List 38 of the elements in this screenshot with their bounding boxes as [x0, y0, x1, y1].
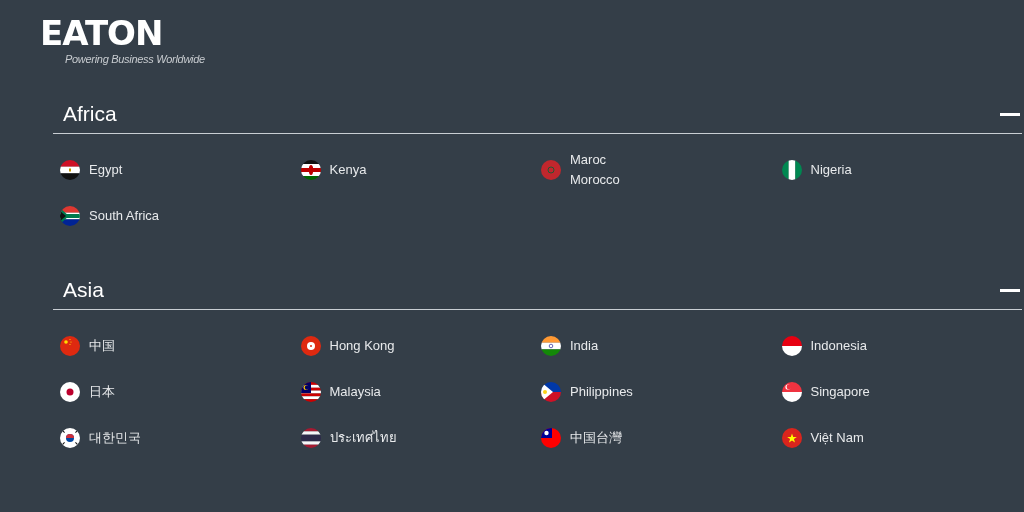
region-heading: Asia	[62, 276, 104, 303]
flag-icon	[781, 160, 802, 180]
flag-icon	[781, 428, 802, 448]
flag-icon	[300, 160, 321, 180]
country-link[interactable]: Maroc Morocco	[541, 152, 782, 188]
country-link[interactable]: Egypt	[60, 152, 301, 188]
country-link[interactable]: 中国	[60, 328, 301, 364]
country-link[interactable]: Kenya	[300, 152, 541, 188]
logo-wordmark[interactable]: EATON	[40, 14, 163, 52]
flag-icon	[541, 336, 561, 356]
country-link[interactable]: Hong Kong	[300, 328, 541, 364]
flag-icon	[541, 160, 561, 180]
country-link[interactable]: India	[541, 328, 782, 364]
flag-icon	[541, 428, 561, 448]
country-link[interactable]: Malaysia	[300, 374, 541, 410]
flag-icon	[541, 382, 561, 402]
country-link[interactable]: South Africa	[60, 198, 301, 234]
country-link[interactable]: 대한민국	[60, 420, 301, 456]
flag-icon	[300, 382, 321, 402]
country-link[interactable]: 日本	[60, 374, 301, 410]
country-link[interactable]: Philippines	[541, 374, 782, 410]
country-link[interactable]: ประเทศไทย	[300, 420, 541, 456]
flag-icon	[60, 206, 80, 226]
region-heading: Africa	[62, 100, 117, 127]
flag-icon	[300, 336, 321, 356]
flag-icon	[60, 160, 80, 180]
flag-icon	[300, 428, 321, 448]
country-link[interactable]: 中国台灣	[541, 420, 782, 456]
logo-tagline: Powering Business Worldwide	[64, 52, 205, 66]
country-link[interactable]: Singapore	[781, 374, 1022, 410]
flag-icon	[60, 336, 80, 356]
flag-icon	[60, 428, 80, 448]
country-link[interactable]: Indonesia	[781, 328, 1022, 364]
flag-icon	[781, 382, 802, 402]
country-link[interactable]: Nigeria	[781, 152, 1022, 188]
flag-icon	[60, 382, 80, 402]
country-link[interactable]: Việt Nam	[781, 420, 1022, 456]
flag-icon	[781, 336, 802, 356]
